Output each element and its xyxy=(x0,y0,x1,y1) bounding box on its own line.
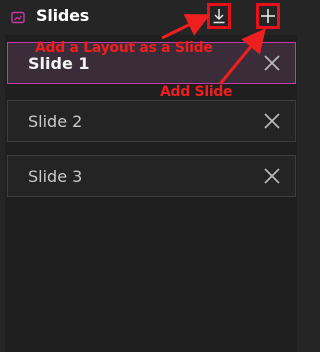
slide-item-2[interactable]: Slide 2 xyxy=(7,100,296,142)
annotation-add-slide: Add Slide xyxy=(160,84,233,100)
close-icon[interactable] xyxy=(263,167,281,185)
annotation-add-layout: Add a Layout as a Slide xyxy=(35,40,213,56)
slide-item-label: Slide 2 xyxy=(28,112,83,131)
slide-item-3[interactable]: Slide 3 xyxy=(7,155,296,197)
plus-icon xyxy=(261,9,275,23)
slides-panel-app: Slides Slide 1 Slide 2 Slide 3 Add a Lay… xyxy=(0,0,300,352)
slide-item-label: Slide 3 xyxy=(28,167,83,186)
close-icon[interactable] xyxy=(263,54,281,72)
download-arrow-icon xyxy=(213,9,225,24)
add-layout-as-slide-button[interactable] xyxy=(207,3,231,29)
slide-item-label: Slide 1 xyxy=(28,54,90,73)
slides-icon xyxy=(11,11,25,24)
panel-title: Slides xyxy=(36,6,90,25)
close-icon[interactable] xyxy=(263,112,281,130)
add-slide-button[interactable] xyxy=(256,3,280,29)
